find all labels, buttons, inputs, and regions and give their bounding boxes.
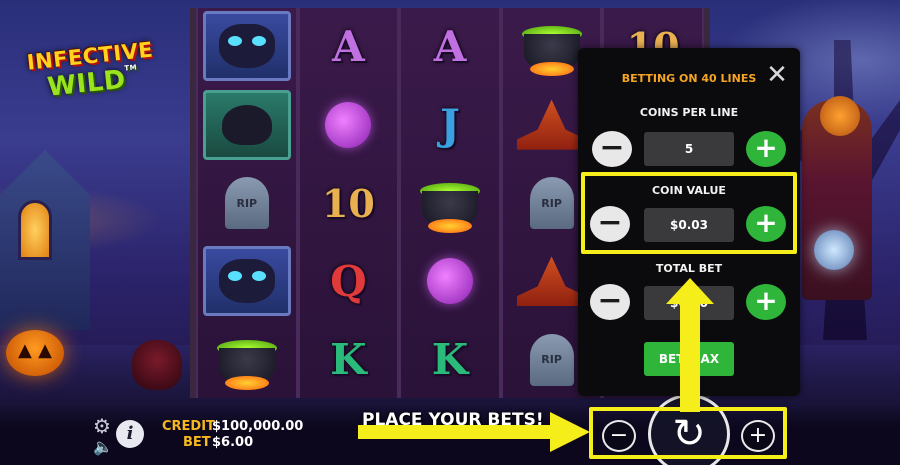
symbol-cauldron-icon	[414, 175, 486, 234]
reel-2: A 10 Q K	[299, 8, 398, 398]
symbol-cat-icon	[202, 246, 291, 317]
symbol-j: J	[440, 100, 460, 150]
coins-per-line-label: COINS PER LINE	[639, 106, 739, 119]
speaker-icon[interactable]: 🔈	[93, 437, 113, 457]
reel-cell	[401, 243, 499, 319]
skull-lantern	[132, 340, 182, 390]
symbol-k: K	[330, 335, 367, 385]
glowing-lantern	[814, 230, 854, 270]
symbol-grave-icon: RIP	[529, 333, 574, 386]
bet-controls-highlight	[589, 407, 787, 459]
reel-cell	[300, 86, 398, 162]
scarecrow-head	[820, 96, 860, 136]
reel-3: AJ K	[401, 8, 499, 398]
bet-value: $6.00	[212, 435, 254, 450]
reel-cell: J	[401, 86, 499, 162]
reel-cell: 10	[300, 165, 398, 241]
arrow-right-icon	[550, 412, 590, 452]
symbol-grave-icon: RIP	[224, 177, 269, 230]
symbol-hat-icon	[516, 99, 587, 150]
betting-panel-title: BETTING ON 40 LINES	[621, 72, 757, 85]
symbol-grave-icon: RIP	[529, 177, 574, 230]
arrow-right-shaft	[358, 425, 553, 439]
total-bet-label: TOTAL BET	[655, 262, 723, 275]
symbol-cauldron-icon	[516, 18, 588, 77]
reel-cell: Q	[300, 243, 398, 319]
symbol-hat-icon	[516, 256, 587, 307]
reel-cell	[198, 243, 296, 319]
logo-trademark: TM	[124, 63, 138, 73]
coins-per-line-value: 5	[644, 132, 734, 166]
total-bet-plus-button[interactable]: +	[746, 284, 786, 320]
symbol-cat-icon	[202, 11, 291, 82]
close-icon[interactable]: ✕	[764, 62, 790, 88]
info-icon[interactable]: i	[116, 420, 144, 448]
reel-cell: RIP	[198, 165, 296, 241]
symbol-potion-icon	[325, 101, 372, 148]
reel-cell: K	[401, 322, 499, 398]
reel-cell	[198, 86, 296, 162]
grave-label: RIP	[541, 196, 562, 210]
reel-cell	[198, 8, 296, 84]
symbol-a: A	[433, 21, 467, 71]
bet-label: BET	[183, 435, 211, 450]
grave-label: RIP	[541, 353, 562, 367]
reel-1: RIP	[198, 8, 296, 398]
game-logo: INFECTIVE WILDTM	[24, 37, 162, 130]
reel-cell: K	[300, 322, 398, 398]
symbol-q: Q	[330, 256, 367, 306]
symbol-a: A	[332, 21, 365, 71]
coins-per-line-minus-button[interactable]: −	[592, 131, 632, 167]
grave-label: RIP	[236, 196, 258, 210]
reel-cell	[401, 165, 499, 241]
reel-cell: A	[300, 8, 398, 84]
symbol-10: 10	[321, 180, 375, 226]
coin-value-highlight	[581, 172, 797, 254]
credit-value: $100,000.00	[212, 419, 304, 434]
gear-icon[interactable]: ⚙	[92, 416, 112, 436]
reel-cell: A	[401, 8, 499, 84]
house-window	[18, 200, 52, 260]
symbol-cauldron-icon	[211, 332, 283, 390]
symbol-potion-icon	[426, 258, 473, 305]
jack-o-lantern-face: ▲ ▲	[18, 340, 52, 361]
arrow-up-icon	[666, 278, 714, 304]
reel-cell	[198, 322, 296, 398]
credit-label: CREDIT	[162, 419, 215, 434]
total-bet-minus-button[interactable]: −	[590, 284, 630, 320]
arrow-up-shaft	[680, 300, 700, 412]
coins-per-line-plus-button[interactable]: +	[746, 131, 786, 167]
symbol-k: K	[431, 335, 469, 385]
symbol-crow-icon	[202, 89, 291, 160]
